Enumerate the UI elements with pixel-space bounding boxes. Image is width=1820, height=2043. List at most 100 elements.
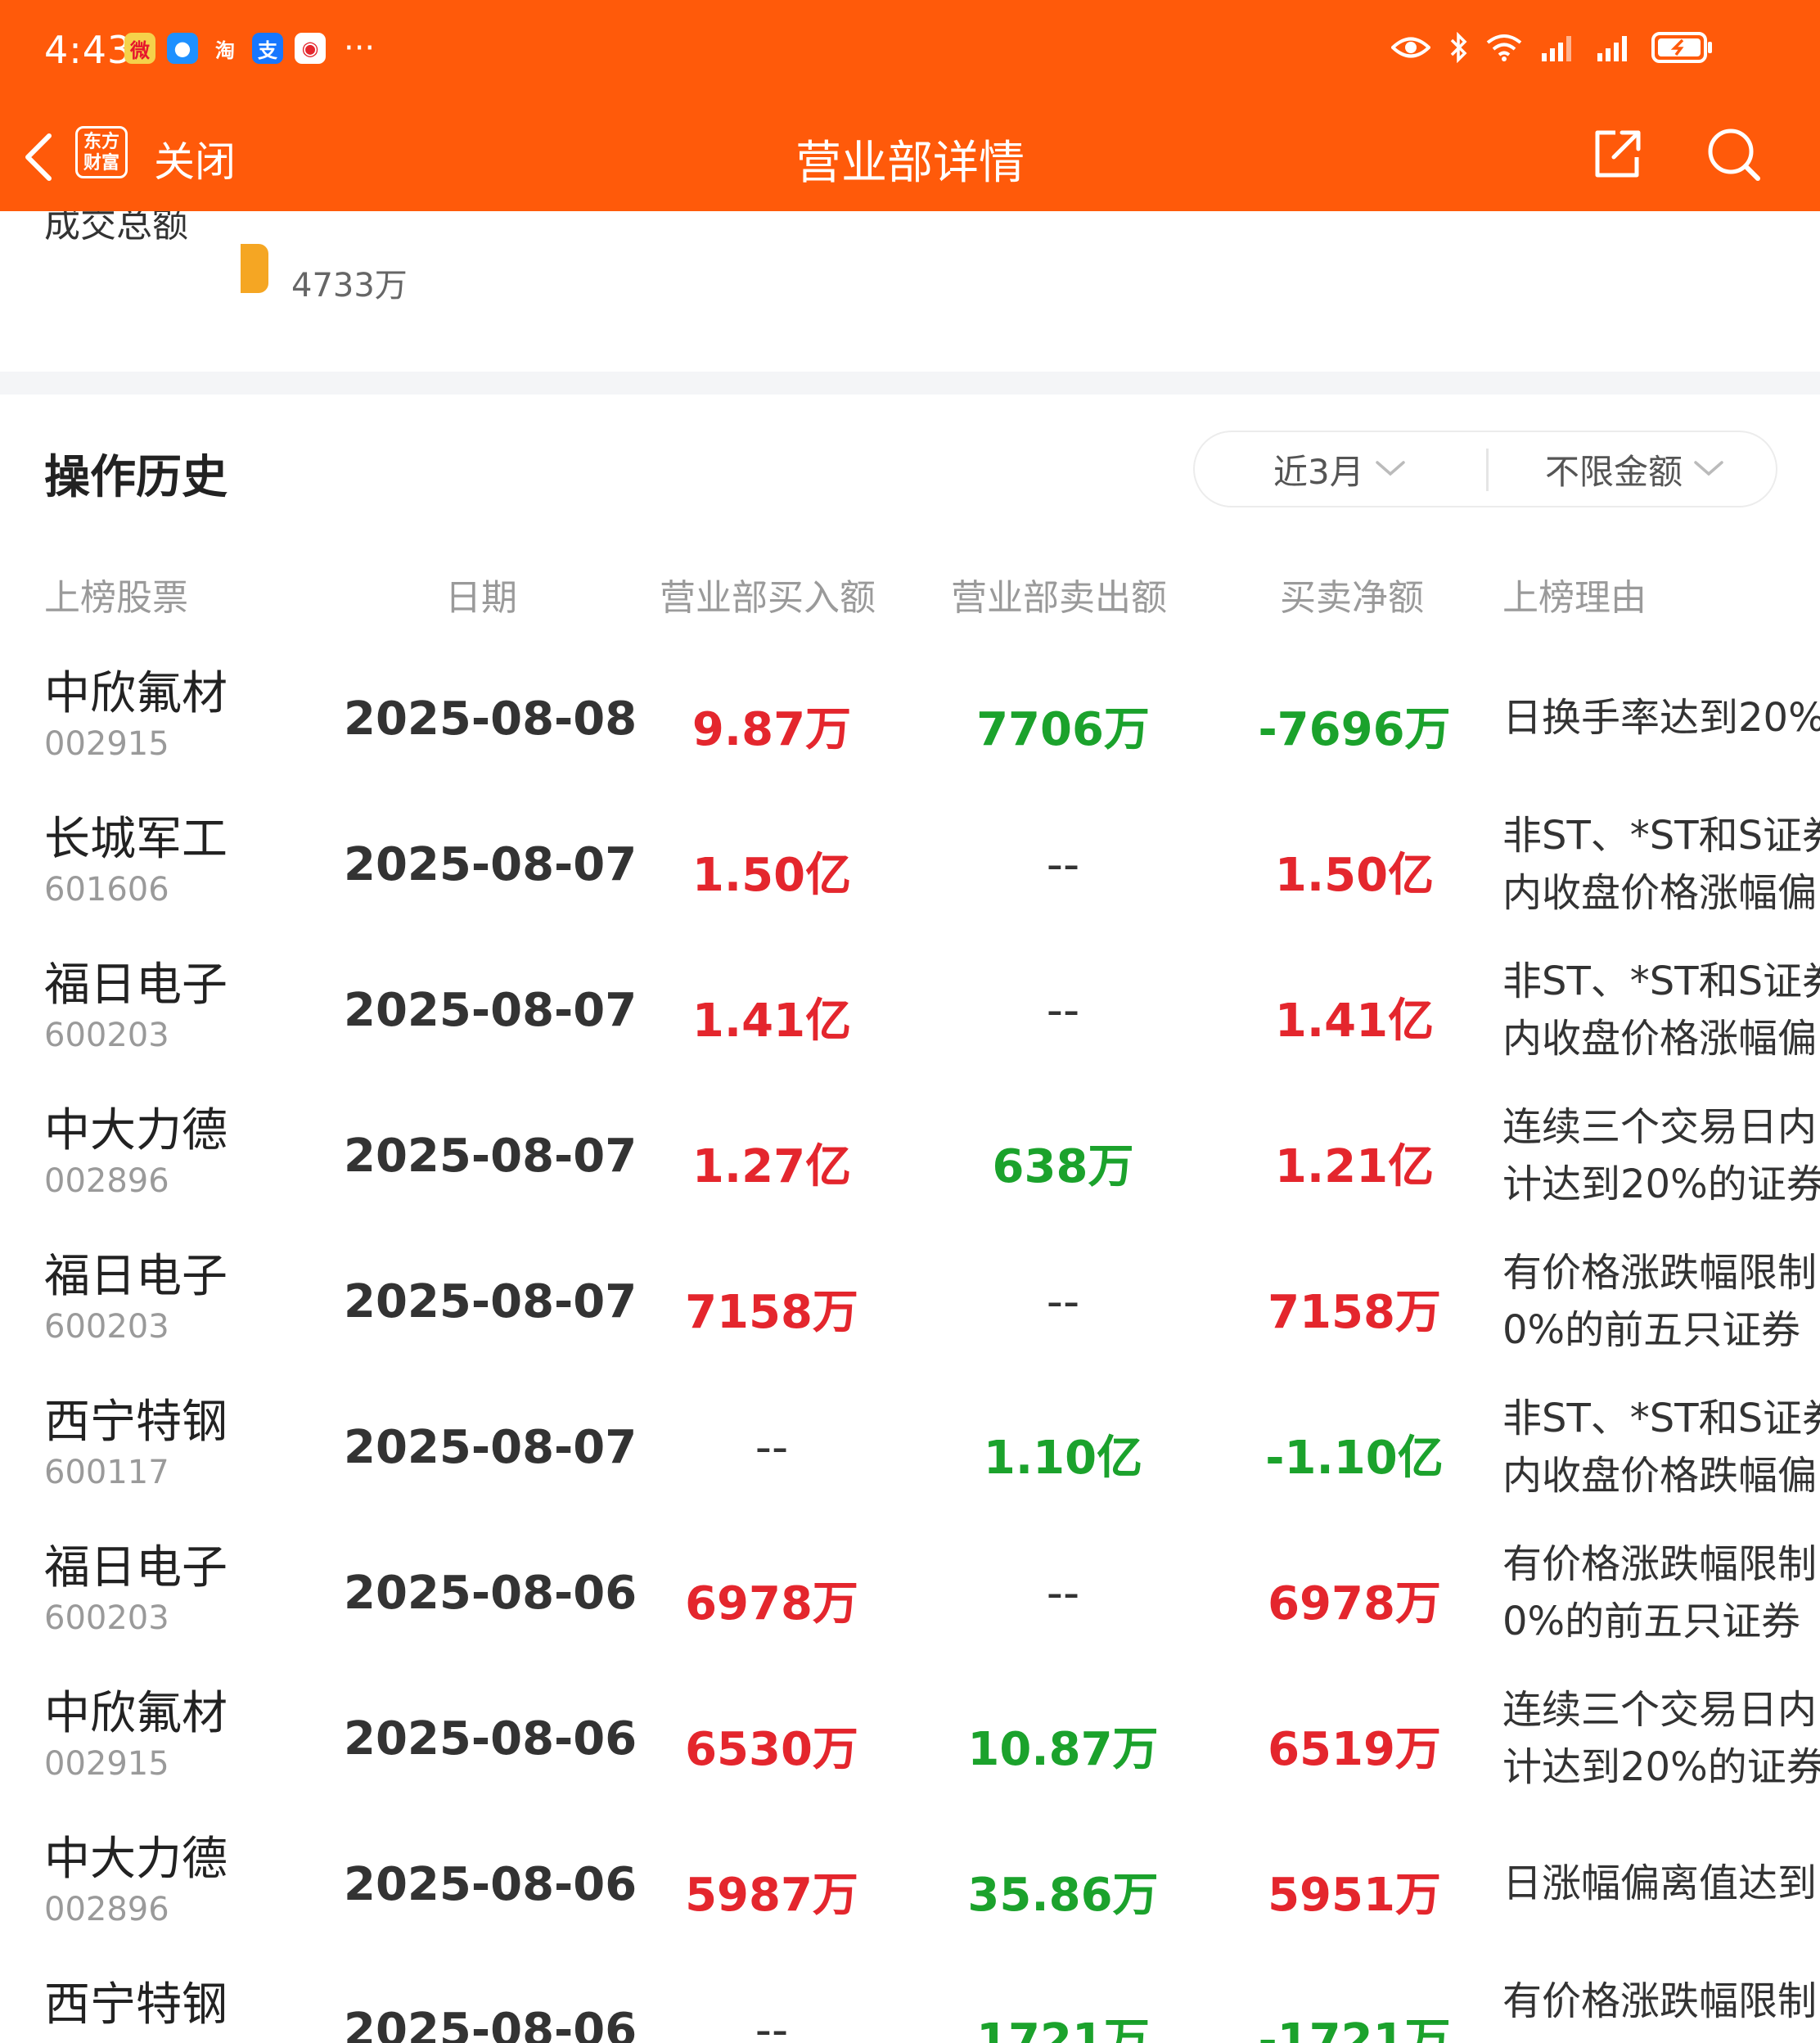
back-arrow-icon[interactable] (20, 131, 61, 183)
table-row[interactable]: 西宁特钢 2025-08-06 -- 1721万 -1721万 有价格涨跌幅限制 ​ (0, 1968, 1820, 2043)
signal-icon (1542, 36, 1571, 61)
table-row[interactable]: 福日电子 600203 2025-08-07 1.41亿 -- 1.41亿 非ST、*ST和… (0, 948, 1820, 1094)
notification-app-icons: 微 ● 淘支 ◉ ··· (124, 29, 376, 67)
sell-amount: -- (1046, 838, 1080, 891)
share-icon[interactable] (1591, 128, 1643, 180)
stock-name[interactable]: 西宁特钢 (44, 1968, 228, 2034)
filter-separator (1486, 449, 1489, 491)
net-amount: 5951万 (1268, 1869, 1441, 1922)
trade-date: 2025-08-06 (344, 1858, 637, 1911)
stock-name[interactable]: 中大力德 (44, 1822, 228, 1888)
sell-amount: 1721万 (976, 2014, 1150, 2043)
listing-reason: 连续三个交易日内 计达到20%的证券 (1502, 1104, 1820, 1207)
stock-code: 600203 (44, 1599, 169, 1637)
col-header-date[interactable]: 日期 (445, 568, 517, 620)
trade-date: 2025-08-07 (344, 984, 637, 1037)
listing-reason: 有价格涨跌幅限制 0%的前五只证券 (1502, 1250, 1818, 1353)
net-amount: 6978万 (1268, 1577, 1441, 1630)
amount-filter-label: 不限金额 (1545, 451, 1683, 492)
listing-reason: 非ST、*ST和S证券 内收盘价格跌幅偏 (1502, 1396, 1820, 1499)
trade-date: 2025-08-07 (344, 1130, 637, 1183)
buy-amount: 6978万 (685, 1577, 858, 1630)
net-amount: 1.21亿 (1274, 1140, 1435, 1193)
listing-reason: 日换手率达到20% (1502, 695, 1820, 741)
col-header-net[interactable]: 买卖净额 (1280, 568, 1424, 620)
stock-name[interactable]: 福日电子 (44, 1531, 228, 1597)
table-row[interactable]: 中欣氟材 002915 2025-08-06 6530万 10.87万 6519万 连续三个… (0, 1676, 1820, 1822)
trade-date: 2025-08-06 (344, 1567, 637, 1620)
weibo-app-icon: 微 (124, 33, 155, 64)
net-amount: -7696万 (1258, 703, 1451, 756)
filter-group: 近3月 不限金额 (1193, 431, 1777, 507)
stock-code: 601606 (44, 871, 169, 909)
section-divider (0, 372, 1820, 395)
net-amount: 1.50亿 (1274, 849, 1435, 902)
turnover-bar (241, 244, 268, 293)
net-amount: 6519万 (1268, 1723, 1441, 1776)
page-title: 营业部详情 (795, 137, 1025, 190)
stock-code: 002915 (44, 725, 169, 763)
stock-code: 600203 (44, 1017, 169, 1054)
stock-name[interactable]: 西宁特钢 (44, 1385, 228, 1451)
sell-amount: 35.86万 (967, 1869, 1159, 1922)
brand-logo: 东方 财富 (75, 126, 128, 178)
buy-amount: 6530万 (685, 1723, 858, 1776)
chevron-down-icon (1694, 461, 1723, 476)
table-row[interactable]: 西宁特钢 600117 2025-08-07 -- 1.10亿 -1.10亿 非ST、*ST… (0, 1385, 1820, 1531)
stock-code: 600117 (44, 1454, 169, 1491)
message-app-icon: ● (167, 33, 198, 64)
stock-name[interactable]: 长城军工 (44, 802, 228, 868)
alipay-app-icon: 支 (252, 33, 283, 64)
table-row[interactable]: 中大力德 002896 2025-08-06 5987万 35.86万 5951万 日涨幅偏… (0, 1822, 1820, 1968)
status-time: 4:43 (44, 28, 133, 72)
sell-amount: -- (1046, 1275, 1080, 1328)
trade-date: 2025-08-06 (344, 1712, 637, 1766)
stock-code: 002896 (44, 1891, 169, 1928)
listing-reason: 非ST、*ST和S证券 内收盘价格涨幅偏 (1502, 958, 1820, 1062)
taobao-app-icon: 淘 (209, 33, 241, 64)
stock-code: 600203 (44, 1308, 169, 1346)
stock-name[interactable]: 中欣氟材 (44, 1676, 228, 1743)
chevron-down-icon (1375, 461, 1405, 476)
listing-reason: 日涨幅偏离值达到 (1502, 1860, 1818, 1906)
stock-name[interactable]: 福日电子 (44, 948, 228, 1014)
sell-amount: 10.87万 (967, 1723, 1159, 1776)
nav-bar: 东方 财富 关闭 营业部详情 (0, 101, 1820, 211)
buy-amount: 1.50亿 (692, 849, 852, 902)
listing-reason: 有价格涨跌幅限制 ​ (1502, 1978, 1818, 2024)
buy-amount: -- (755, 1421, 789, 1474)
table-row[interactable]: 福日电子 600203 2025-08-07 7158万 -- 7158万 有价格涨跌幅限制… (0, 1239, 1820, 1385)
more-notifications-icon: ··· (344, 29, 376, 67)
table-row[interactable]: 中大力德 002896 2025-08-07 1.27亿 638万 1.21亿 连续三个交易… (0, 1094, 1820, 1239)
sell-amount: -- (1046, 984, 1080, 1037)
turnover-total-value: 4733万 (291, 267, 408, 304)
trade-date: 2025-08-08 (344, 692, 637, 746)
col-header-buy[interactable]: 营业部买入额 (660, 568, 876, 620)
signal-icon-2 (1597, 36, 1627, 61)
buy-amount: 7158万 (685, 1286, 858, 1339)
col-header-sell[interactable]: 营业部卖出额 (951, 568, 1167, 620)
net-amount: -1721万 (1258, 2014, 1451, 2043)
stock-name[interactable]: 中欣氟材 (44, 656, 228, 723)
app-header: 4:43 微 ● 淘支 ◉ ··· 东方 财富 关闭 营业部详情 (0, 0, 1820, 211)
amount-filter-dropdown[interactable]: 不限金额 (1545, 432, 1725, 506)
close-button[interactable]: 关闭 (154, 129, 236, 188)
table-row[interactable]: 长城军工 601606 2025-08-07 1.50亿 -- 1.50亿 非ST、*ST和… (0, 802, 1820, 948)
trade-date: 2025-08-07 (344, 838, 637, 891)
period-filter-dropdown[interactable]: 近3月 (1273, 432, 1407, 506)
trade-date: 2025-08-07 (344, 1275, 637, 1328)
search-icon[interactable] (1705, 126, 1763, 183)
system-status-icons (1391, 31, 1714, 64)
bluetooth-icon (1450, 32, 1467, 63)
stock-name[interactable]: 中大力德 (44, 1094, 228, 1160)
buy-amount: 1.27亿 (692, 1140, 852, 1193)
buy-amount: -- (755, 2004, 789, 2043)
net-amount: 1.41亿 (1274, 994, 1435, 1048)
sell-amount: 7706万 (976, 703, 1150, 756)
listing-reason: 非ST、*ST和S证券 内收盘价格涨幅偏 (1502, 813, 1820, 916)
table-row[interactable]: 中欣氟材 002915 2025-08-08 9.87万 7706万 -7696万 日换手率… (0, 656, 1820, 802)
wifi-icon (1486, 34, 1522, 61)
col-header-reason: 上榜理由 (1502, 577, 1647, 619)
table-row[interactable]: 福日电子 600203 2025-08-06 6978万 -- 6978万 有价格涨跌幅限制… (0, 1531, 1820, 1676)
stock-name[interactable]: 福日电子 (44, 1239, 228, 1306)
